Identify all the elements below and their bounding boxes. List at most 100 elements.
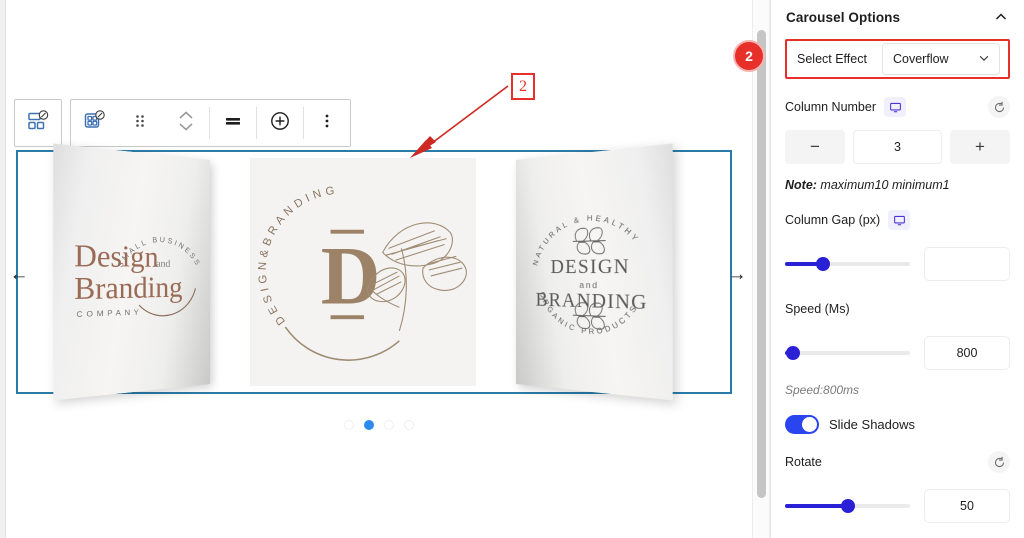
carousel-slide[interactable]: SMALL BUSINESS Design and Branding COMPA… — [18, 143, 250, 401]
logo-artwork: SMALL BUSINESS Design and Branding COMPA… — [53, 144, 210, 401]
speed-control: 800 — [785, 336, 1010, 370]
slider-thumb[interactable] — [815, 257, 830, 271]
logo-svg-slide-2: DESIGN&BRANDING D — [257, 184, 467, 361]
slider-thumb[interactable] — [785, 346, 800, 360]
slide3-title-1: DESIGN — [551, 255, 631, 278]
slide3-title-2: BRANDING — [536, 289, 648, 314]
step-badge-2: 2 — [733, 40, 765, 72]
select-effect-dropdown[interactable]: Coverflow — [882, 43, 1000, 75]
carousel-slide[interactable]: NATURAL & HEALTHY ORGANIC PRODUCTS DESIG… — [476, 143, 708, 401]
ginkgo-leaves-icon — [367, 222, 467, 332]
carousel-pagination — [6, 420, 752, 430]
column-number-stepper: − 3 + — [785, 130, 1010, 164]
editor-scrollbar[interactable] — [752, 0, 770, 538]
speed-slider[interactable] — [785, 344, 910, 362]
carousel-block[interactable]: SMALL BUSINESS Design and Branding COMPA… — [16, 143, 732, 401]
block-type-group — [14, 99, 62, 147]
logo-artwork: DESIGN&BRANDING D — [250, 158, 476, 386]
slide-natural-healthy-organic: NATURAL & HEALTHY ORGANIC PRODUCTS DESIG… — [516, 143, 673, 401]
speed-input[interactable]: 800 — [924, 336, 1010, 370]
grid-badge-icon — [82, 109, 106, 138]
column-number-header-left: Column Number — [785, 97, 907, 117]
column-gap-slider[interactable] — [785, 255, 910, 273]
logo-svg-slide-3: NATURAL & HEALTHY ORGANIC PRODUCTS DESIG… — [533, 212, 648, 339]
note-text: maximum10 minimum1 — [816, 178, 950, 192]
move-up-down-button[interactable] — [163, 100, 209, 146]
column-gap-label: Column Gap (px) — [785, 213, 881, 227]
vertical-dots-icon — [315, 109, 339, 138]
rotate-slider[interactable] — [785, 497, 910, 515]
plus-circle-icon — [268, 109, 292, 138]
panel-header[interactable]: Carousel Options — [785, 0, 1010, 34]
slide-shadows-toggle[interactable] — [785, 415, 819, 434]
column-number-field: Column Number − 3 + — [785, 96, 1010, 164]
column-number-note: Note: maximum10 minimum1 — [785, 178, 1010, 192]
column-number-increment-button[interactable]: + — [950, 130, 1010, 164]
pagination-dot-1[interactable] — [344, 420, 354, 430]
slide1-title-small: and — [156, 258, 170, 269]
page-title: Carousel Options — [786, 9, 901, 25]
column-gap-header-left: Column Gap (px) — [785, 210, 911, 230]
rotate-field: Rotate 50 — [785, 451, 1010, 523]
block-actions-group — [70, 99, 351, 147]
chevron-down-icon — [977, 51, 991, 68]
rotate-input[interactable]: 50 — [924, 489, 1010, 523]
desktop-icon[interactable] — [884, 97, 907, 117]
speed-sub-note: Speed:800ms — [785, 383, 860, 397]
column-number-header: Column Number — [785, 96, 1010, 118]
pagination-dot-4[interactable] — [404, 420, 414, 430]
pagination-dot-3[interactable] — [384, 420, 394, 430]
slide-design-and-branding-monogram: DESIGN&BRANDING D — [250, 158, 476, 386]
slide2-monogram: D — [321, 229, 381, 321]
select-effect-row: Select Effect Coverflow — [785, 39, 1010, 79]
blocks-badge-icon — [26, 109, 50, 138]
carousel-slides: SMALL BUSINESS Design and Branding COMPA… — [18, 143, 730, 401]
scrollbar-thumb[interactable] — [757, 30, 766, 498]
slide1-subtitle: COMPANY — [77, 307, 143, 319]
logo-svg-slide-1: SMALL BUSINESS Design and Branding COMPA… — [74, 233, 202, 319]
rotate-control: 50 — [785, 489, 1010, 523]
desktop-icon[interactable] — [888, 210, 911, 230]
slider-thumb[interactable] — [840, 499, 855, 513]
drag-handle-button[interactable] — [117, 100, 163, 146]
carousel-options-panel: Carousel Options Select Effect Coverflow — [770, 0, 1024, 538]
note-prefix: Note: — [785, 178, 817, 192]
speed-header: Speed (Ms) — [785, 298, 1010, 320]
chevron-up-icon[interactable] — [993, 9, 1009, 25]
more-options-button[interactable] — [304, 100, 350, 146]
speed-label: Speed (Ms) — [785, 302, 850, 316]
column-gap-header: Column Gap (px) — [785, 209, 1010, 231]
screen: SMALL BUSINESS Design and Branding COMPA… — [0, 0, 1024, 538]
column-number-input[interactable]: 3 — [853, 130, 942, 164]
toggle-knob — [802, 417, 817, 432]
slide1-title-2: Branding — [74, 272, 182, 306]
speed-field: Speed (Ms) 800 Speed:800ms — [785, 298, 1010, 397]
column-gap-input[interactable] — [924, 247, 1010, 281]
slider-fill — [785, 504, 848, 508]
rotate-label: Rotate — [785, 455, 822, 469]
editor-canvas: SMALL BUSINESS Design and Branding COMPA… — [6, 0, 752, 538]
slide-shadows-row: Slide Shadows — [785, 415, 1010, 434]
carousel-next-button[interactable]: → — [726, 264, 748, 284]
align-button[interactable] — [210, 100, 256, 146]
drag-dots-icon — [128, 109, 152, 138]
add-block-button[interactable] — [257, 100, 303, 146]
align-bars-icon — [221, 109, 245, 138]
slide1-title-1: Design — [74, 240, 158, 274]
reset-icon[interactable] — [988, 451, 1010, 473]
column-number-decrement-button[interactable]: − — [785, 130, 845, 164]
carousel-prev-button[interactable]: ← — [8, 264, 30, 284]
block-toolbar — [14, 99, 351, 147]
annotation-label-2: 2 — [511, 73, 535, 100]
reset-icon[interactable] — [988, 96, 1010, 118]
column-gap-field: Column Gap (px) — [785, 209, 1010, 281]
slide-shadows-label: Slide Shadows — [829, 417, 915, 432]
column-gap-control — [785, 247, 1010, 281]
change-block-type-button[interactable] — [15, 100, 61, 146]
carousel-slide[interactable]: DESIGN&BRANDING D — [250, 152, 476, 392]
pagination-dot-2[interactable] — [364, 420, 374, 430]
select-effect-label: Select Effect — [797, 52, 867, 66]
logo-artwork: NATURAL & HEALTHY ORGANIC PRODUCTS DESIG… — [516, 144, 673, 401]
slide-design-branding-company: SMALL BUSINESS Design and Branding COMPA… — [53, 143, 210, 401]
select-parent-block-button[interactable] — [71, 100, 117, 146]
